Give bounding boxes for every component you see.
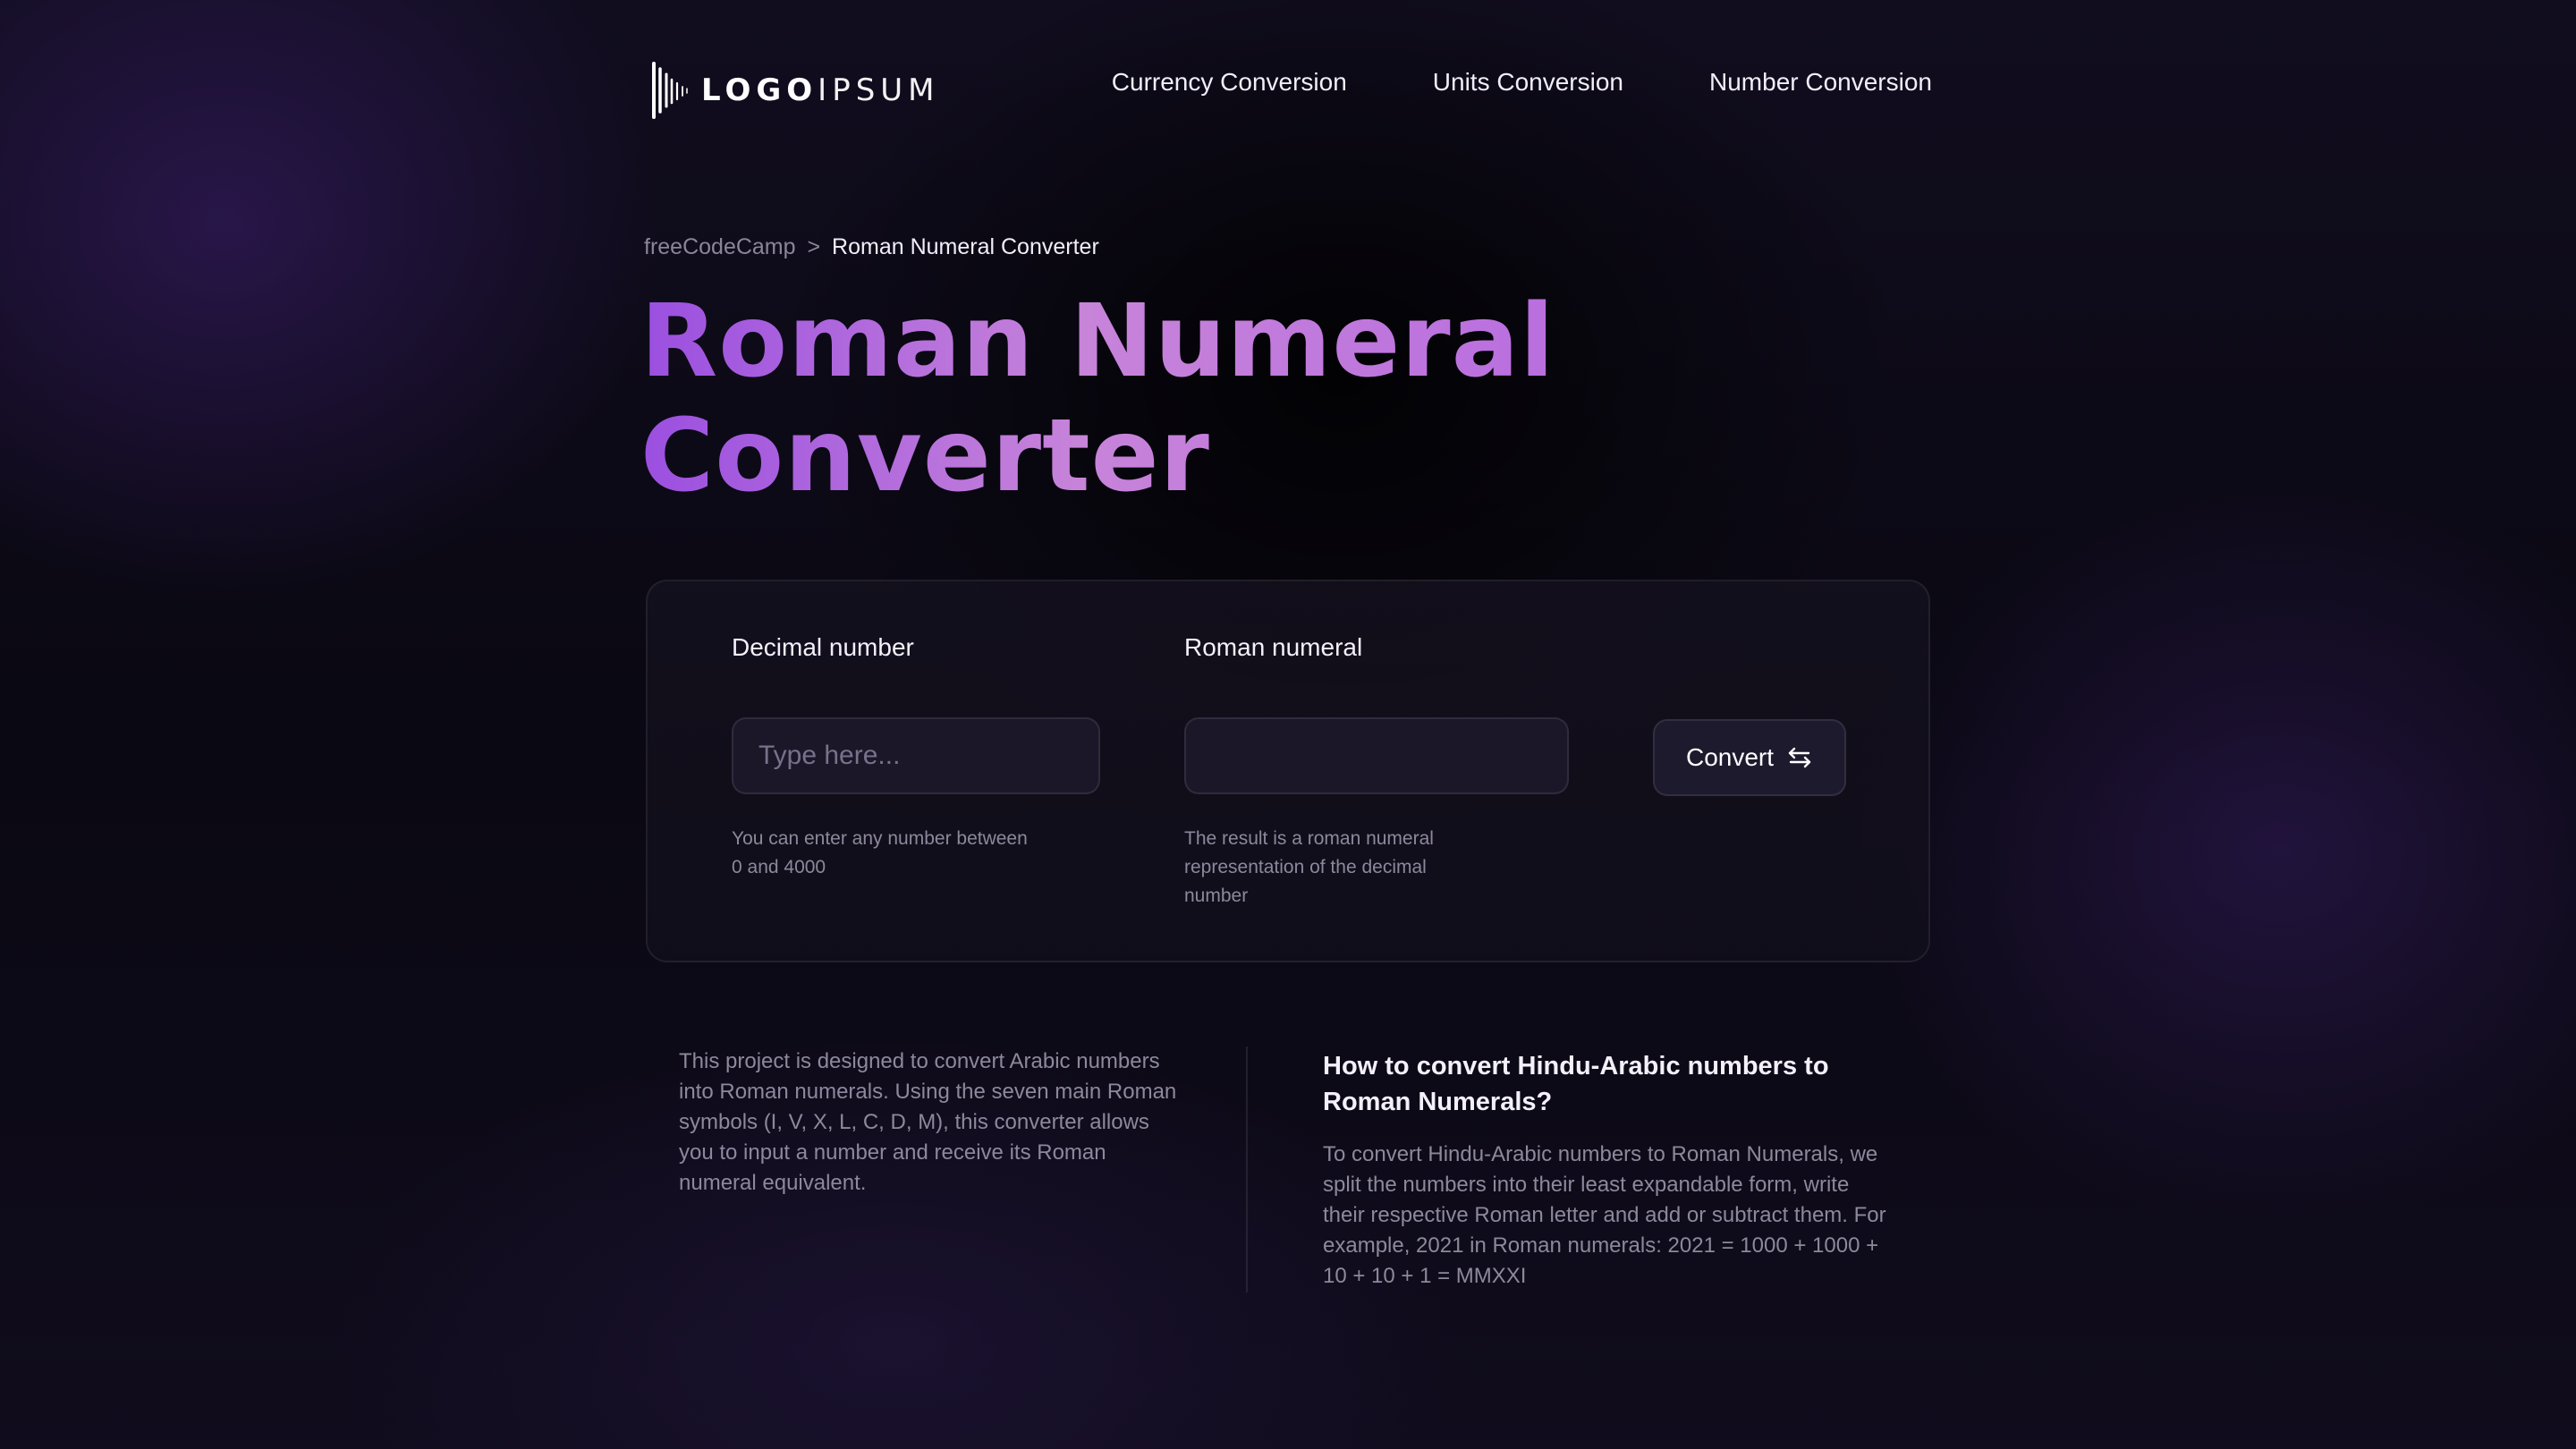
- page-title-line-2: Converter: [640, 398, 1210, 514]
- how-to-body: To convert Hindu-Arabic numbers to Roman…: [1323, 1142, 1886, 1288]
- site-header: LOGOIPSUM Currency Conversion Units Conv…: [648, 59, 1932, 122]
- section-divider: [1246, 1046, 1248, 1292]
- how-to-heading: How to convert Hindu-Arabic numbers to R…: [1323, 1052, 1829, 1116]
- roman-hint-line-2: representation of the decimal: [1184, 857, 1427, 877]
- convert-button[interactable]: Convert: [1653, 719, 1846, 796]
- convert-button-label: Convert: [1685, 743, 1775, 771]
- decimal-number-hint: You can enter any number between 0 and 4…: [732, 825, 1072, 882]
- nav-number-conversion[interactable]: Number Conversion: [1709, 68, 1932, 97]
- breadcrumb-parent-link[interactable]: freeCodeCamp: [644, 234, 796, 259]
- decimal-number-input[interactable]: [732, 717, 1100, 794]
- decimal-hint-line-1: You can enter any number between: [732, 828, 1028, 849]
- roman-numeral-output[interactable]: [1184, 717, 1569, 794]
- nav-currency-conversion[interactable]: Currency Conversion: [1112, 68, 1347, 97]
- roman-numeral-hint: The result is a roman numeral representa…: [1184, 825, 1488, 911]
- nav-units-conversion[interactable]: Units Conversion: [1433, 68, 1623, 97]
- logo-text-bold: LOGO: [701, 72, 818, 108]
- decimal-hint-line-2: 0 and 4000: [732, 857, 826, 877]
- swap-arrows-icon: [1788, 747, 1811, 768]
- breadcrumb-current: Roman Numeral Converter: [832, 234, 1099, 259]
- project-description: This project is designed to convert Arab…: [679, 1049, 1177, 1195]
- roman-hint-line-1: The result is a roman numeral: [1184, 828, 1434, 849]
- converter-card: Decimal number You can enter any number …: [646, 580, 1930, 962]
- breadcrumb: freeCodeCamp > Roman Numeral Converter: [644, 234, 1099, 260]
- main-nav: Currency Conversion Units Conversion Num…: [1112, 68, 1932, 97]
- logo[interactable]: LOGOIPSUM: [651, 59, 940, 122]
- how-to-section: How to convert Hindu-Arabic numbers to R…: [1323, 1048, 1895, 1292]
- logo-text-light: IPSUM: [818, 72, 940, 108]
- breadcrumb-separator: >: [807, 234, 821, 259]
- logo-text: LOGOIPSUM: [701, 72, 940, 108]
- decimal-number-label: Decimal number: [732, 633, 914, 661]
- page-title-line-1: Roman Numeral: [640, 284, 1555, 400]
- roman-numeral-label: Roman numeral: [1184, 633, 1363, 661]
- logo-bars-icon: [652, 62, 688, 119]
- roman-hint-line-3: number: [1184, 886, 1249, 906]
- page-title: Roman Numeral Converter: [640, 284, 1624, 513]
